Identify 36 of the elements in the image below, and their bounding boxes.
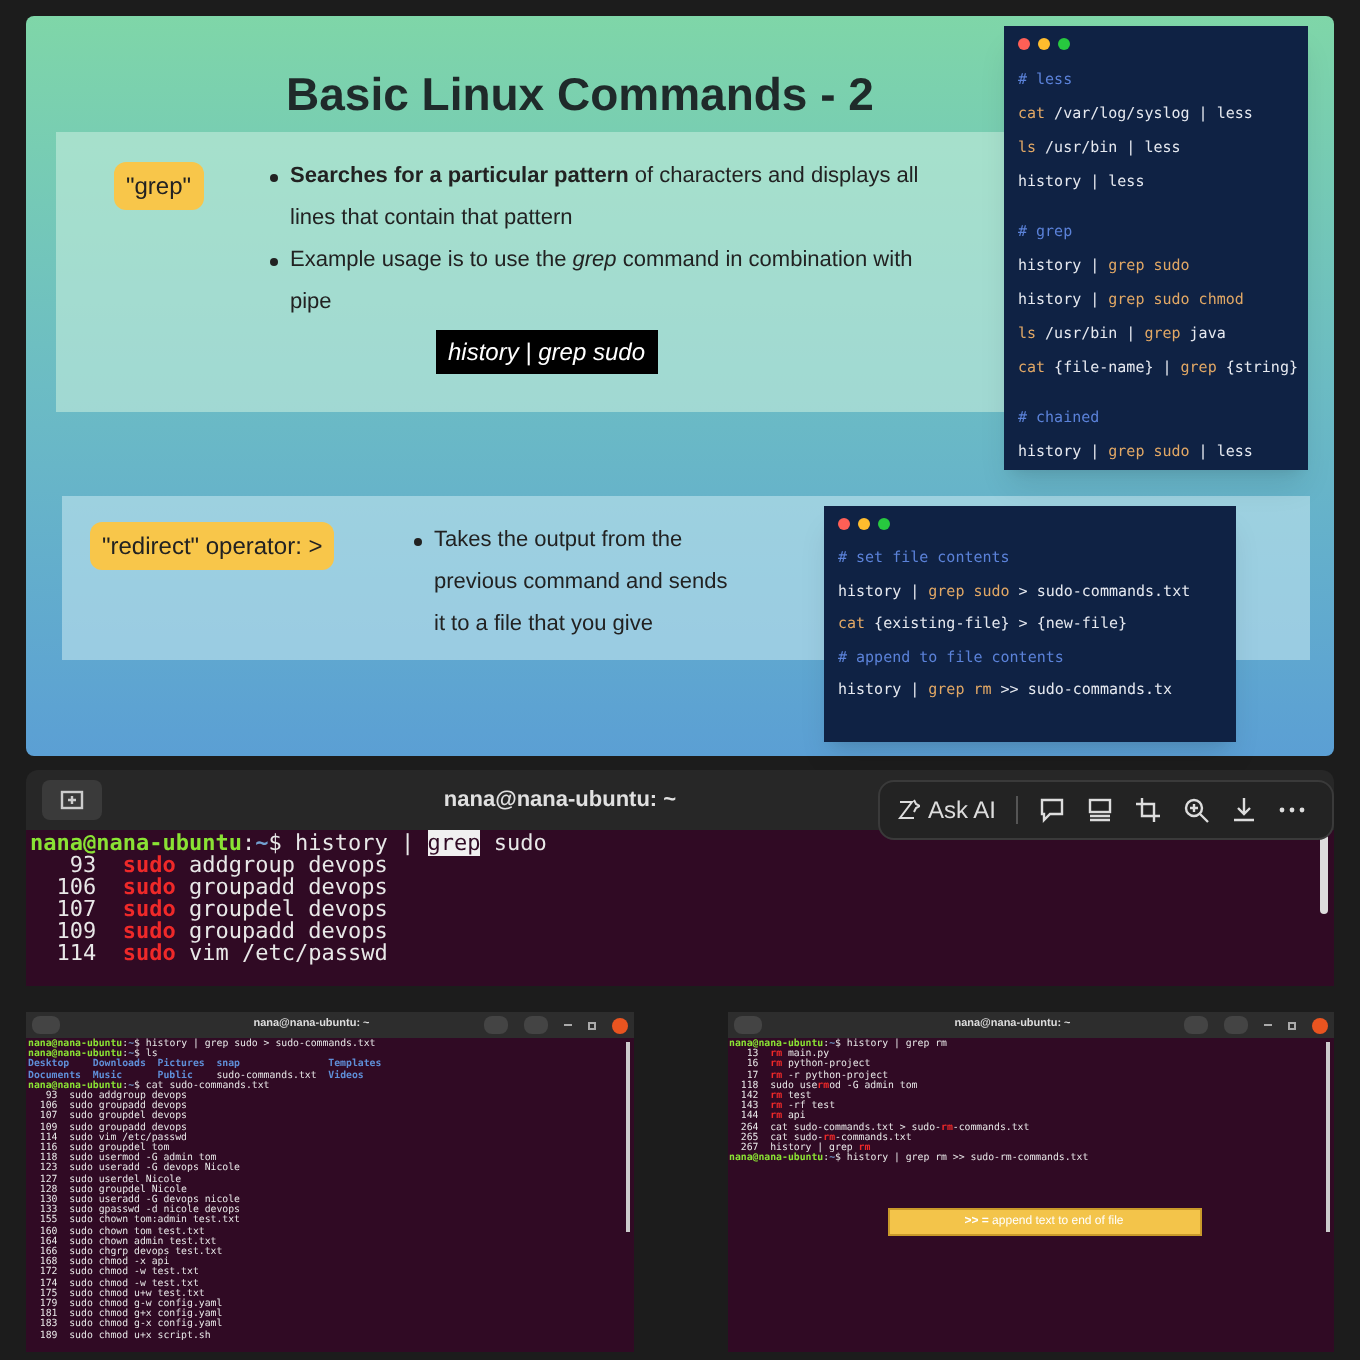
download-icon (1230, 796, 1259, 824)
bullet-text: Example usage is to use the grep command in combination with pipe (290, 246, 915, 318)
terminal-line: 109 sudo groupadd devops (54, 920, 390, 942)
slide-title: Basic Linux Commands - 2 (286, 66, 874, 124)
keyword-tag: "redirect" operator: > (90, 522, 335, 570)
sparkle-icon (896, 798, 920, 822)
keyword-tag: "grep" (114, 162, 204, 210)
minimize-icon (1264, 1024, 1272, 1026)
close-icon (611, 1017, 627, 1033)
download-button[interactable] (1230, 796, 1259, 824)
terminal-line: 114 sudo vim /etc/passwd (54, 942, 390, 964)
maximize-icon (1288, 1021, 1296, 1029)
scrollbar (1320, 834, 1328, 914)
maximize-icon (587, 1021, 595, 1029)
zoom-in-button[interactable] (1182, 796, 1211, 824)
example-command: history | grep sudo (436, 330, 658, 374)
crop-button[interactable] (1134, 796, 1163, 824)
bullet-icon (270, 174, 278, 182)
minimize-icon (563, 1024, 571, 1026)
window-title: nana@nana-ubuntu: ~ (443, 785, 677, 816)
bullet-icon (270, 258, 278, 266)
ask-ai-button[interactable]: Ask AI (896, 792, 997, 828)
new-tab-icon (60, 790, 84, 810)
terminal-line: nana@nana-ubuntu:~$ history | grep sudo (30, 832, 549, 854)
terminal-line: 107 sudo groupdel devops (54, 898, 390, 920)
panel-icon (1086, 796, 1115, 824)
close-icon (1312, 1017, 1328, 1033)
terminal-line: 106 sudo groupadd devops (54, 876, 390, 898)
comment-button[interactable] (1038, 796, 1067, 824)
bullet-text: Takes the output from the previous command and sends it to a file that you give (434, 526, 730, 640)
zoom-in-icon (1182, 796, 1211, 824)
terminal-line: 93 sudo addgroup devops (69, 854, 390, 876)
crop-icon (1134, 796, 1163, 824)
panel-button[interactable] (1086, 796, 1115, 824)
bullet-icon (414, 538, 422, 546)
comment-icon (1038, 796, 1067, 824)
